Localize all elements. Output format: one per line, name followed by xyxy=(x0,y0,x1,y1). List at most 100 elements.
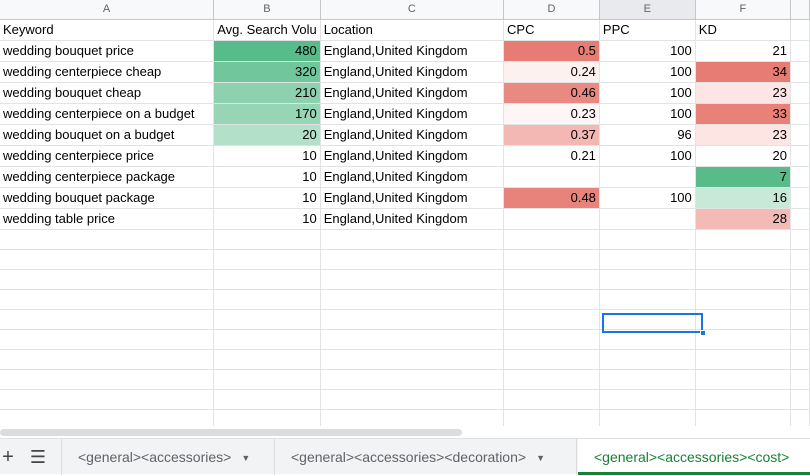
cell-volume[interactable]: 10 xyxy=(213,208,321,230)
empty-cell[interactable] xyxy=(503,309,600,330)
column-header-b[interactable]: B xyxy=(213,0,321,20)
empty-cell[interactable] xyxy=(320,229,505,250)
cell-location[interactable]: England,United Kingdom xyxy=(320,61,505,83)
empty-cell[interactable] xyxy=(790,269,810,290)
cell-keyword[interactable]: wedding bouquet on a budget xyxy=(0,124,215,146)
empty-cell[interactable] xyxy=(599,269,696,290)
empty-cell[interactable] xyxy=(0,369,215,390)
empty-cell[interactable] xyxy=(695,349,791,370)
empty-cell[interactable] xyxy=(503,349,600,370)
cell-extra[interactable] xyxy=(790,187,810,209)
cell-volume[interactable]: 10 xyxy=(213,166,321,188)
empty-cell[interactable] xyxy=(0,289,215,310)
empty-cell[interactable] xyxy=(790,369,810,390)
empty-cell[interactable] xyxy=(695,269,791,290)
sheet-tab-decoration[interactable]: <general><accessories><decoration> ▼ xyxy=(274,439,577,475)
cell-cpc[interactable]: 0.5 xyxy=(503,40,600,62)
cell-kd[interactable]: 20 xyxy=(695,145,791,167)
cell-location[interactable]: England,United Kingdom xyxy=(320,166,505,188)
cell-header-extra[interactable] xyxy=(790,19,810,41)
cell-location[interactable]: England,United Kingdom xyxy=(320,124,505,146)
empty-cell[interactable] xyxy=(599,329,696,350)
cell-volume[interactable]: 170 xyxy=(213,103,321,125)
column-header-c[interactable]: C xyxy=(320,0,505,20)
cell-kd[interactable]: 23 xyxy=(695,124,791,146)
cell-location[interactable]: England,United Kingdom xyxy=(320,187,505,209)
empty-cell[interactable] xyxy=(503,289,600,310)
empty-cell[interactable] xyxy=(213,269,321,290)
cell-volume[interactable]: 480 xyxy=(213,40,321,62)
cell-header-ppc[interactable]: PPC xyxy=(599,19,696,41)
cell-location[interactable]: England,United Kingdom xyxy=(320,145,505,167)
empty-cell[interactable] xyxy=(0,269,215,290)
empty-cell[interactable] xyxy=(0,329,215,350)
cell-ppc[interactable]: 100 xyxy=(599,82,696,104)
cell-keyword[interactable]: wedding bouquet cheap xyxy=(0,82,215,104)
column-header-f[interactable]: F xyxy=(695,0,791,20)
cell-volume[interactable]: 10 xyxy=(213,145,321,167)
empty-cell[interactable] xyxy=(695,389,791,410)
cell-keyword[interactable]: wedding centerpiece on a budget xyxy=(0,103,215,125)
cell-extra[interactable] xyxy=(790,145,810,167)
cell-ppc[interactable]: 96 xyxy=(599,124,696,146)
cell-cpc[interactable]: 0.37 xyxy=(503,124,600,146)
empty-cell[interactable] xyxy=(790,229,810,250)
fill-handle[interactable] xyxy=(700,330,706,336)
cell-kd[interactable]: 21 xyxy=(695,40,791,62)
empty-cell[interactable] xyxy=(213,329,321,350)
cell-extra[interactable] xyxy=(790,103,810,125)
cell-ppc[interactable] xyxy=(599,166,696,188)
cell-cpc[interactable] xyxy=(503,208,600,230)
empty-cell[interactable] xyxy=(503,229,600,250)
empty-cell[interactable] xyxy=(790,349,810,370)
empty-cell[interactable] xyxy=(695,229,791,250)
empty-cell[interactable] xyxy=(790,309,810,330)
empty-cell[interactable] xyxy=(213,229,321,250)
cell-location[interactable]: England,United Kingdom xyxy=(320,82,505,104)
empty-cell[interactable] xyxy=(790,249,810,270)
sheet-tab-cost[interactable]: <general><accessories><cost> xyxy=(578,439,810,475)
cell-volume[interactable]: 320 xyxy=(213,61,321,83)
empty-cell[interactable] xyxy=(503,389,600,410)
cell-volume[interactable]: 10 xyxy=(213,187,321,209)
chevron-down-icon[interactable]: ▼ xyxy=(536,440,545,476)
column-header-g[interactable] xyxy=(790,0,810,20)
empty-cell[interactable] xyxy=(503,249,600,270)
cell-extra[interactable] xyxy=(790,124,810,146)
empty-cell[interactable] xyxy=(695,329,791,350)
empty-cell[interactable] xyxy=(695,289,791,310)
empty-cell[interactable] xyxy=(213,289,321,310)
empty-cell[interactable] xyxy=(0,389,215,410)
cell-extra[interactable] xyxy=(790,82,810,104)
chevron-down-icon[interactable]: ▼ xyxy=(241,440,250,476)
cell-keyword[interactable]: wedding table price xyxy=(0,208,215,230)
cell-extra[interactable] xyxy=(790,166,810,188)
empty-cell[interactable] xyxy=(599,309,696,330)
cell-cpc[interactable]: 0.24 xyxy=(503,61,600,83)
cell-cpc[interactable]: 0.21 xyxy=(503,145,600,167)
cell-header-location[interactable]: Location xyxy=(320,19,505,41)
cell-ppc[interactable]: 100 xyxy=(599,103,696,125)
empty-cell[interactable] xyxy=(0,309,215,330)
empty-cell[interactable] xyxy=(320,309,505,330)
cell-ppc[interactable]: 100 xyxy=(599,145,696,167)
cell-kd[interactable]: 7 xyxy=(695,166,791,188)
cell-volume[interactable]: 210 xyxy=(213,82,321,104)
sheet-tab-accessories[interactable]: <general><accessories> ▼ xyxy=(61,439,272,475)
empty-cell[interactable] xyxy=(599,249,696,270)
menu-icon[interactable]: ☰ xyxy=(26,439,50,475)
empty-cell[interactable] xyxy=(213,309,321,330)
cell-keyword[interactable]: wedding centerpiece price xyxy=(0,145,215,167)
horizontal-scrollbar[interactable] xyxy=(0,426,810,438)
empty-cell[interactable] xyxy=(0,349,215,370)
empty-cell[interactable] xyxy=(320,249,505,270)
cell-header-keyword[interactable]: Keyword xyxy=(0,19,215,41)
empty-cell[interactable] xyxy=(320,329,505,350)
empty-cell[interactable] xyxy=(0,249,215,270)
cell-kd[interactable]: 33 xyxy=(695,103,791,125)
spreadsheet-grid[interactable]: A B C D E F Keyword Avg. Search Volu Loc… xyxy=(0,0,810,430)
plus-icon[interactable]: + xyxy=(0,439,16,475)
empty-cell[interactable] xyxy=(320,269,505,290)
cell-kd[interactable]: 28 xyxy=(695,208,791,230)
cell-location[interactable]: England,United Kingdom xyxy=(320,103,505,125)
